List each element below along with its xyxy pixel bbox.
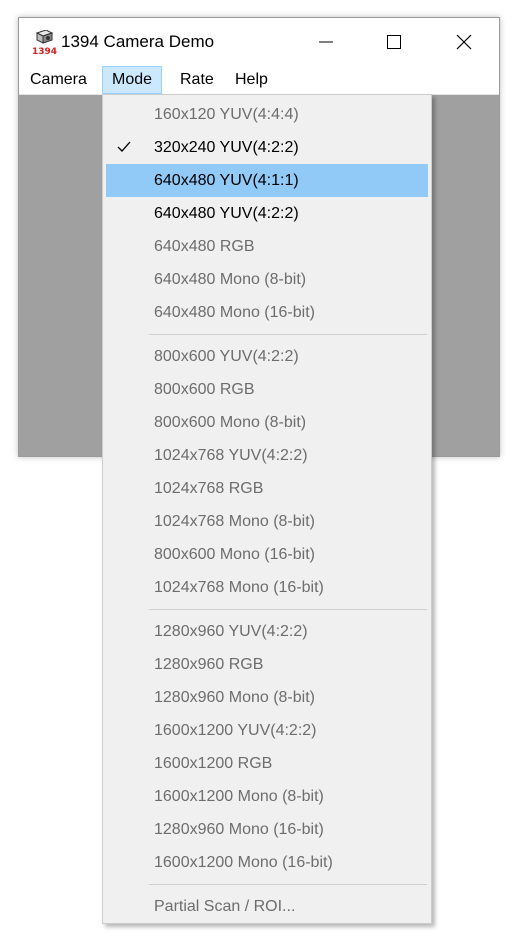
close-button[interactable] [429,18,499,66]
menu-item-mode[interactable]: Partial Scan / ROI... [106,890,428,923]
menu-item-mode[interactable]: 1280x960 RGB [106,648,428,681]
menu-item-label: 1024x768 YUV(4:2:2) [154,447,308,464]
menu-help[interactable]: Help [226,66,277,94]
menu-item-label: 800x600 Mono (16-bit) [154,546,315,563]
menu-item-label: 1600x1200 Mono (16-bit) [154,854,333,871]
menu-item-mode[interactable]: 1024x768 Mono (8-bit) [106,505,428,538]
mode-dropdown-menu: 160x120 YUV(4:4:4) 320x240 YUV(4:2:2) 640x… [102,94,432,924]
menu-item-label: 1600x1200 YUV(4:2:2) [154,722,317,739]
menu-item-label: 160x120 YUV(4:4:4) [154,106,299,123]
maximize-icon [387,35,401,49]
menu-item-mode[interactable]: 640x480 Mono (8-bit) [106,263,428,296]
menu-item-label: 1024x768 RGB [154,480,264,497]
menu-item-mode[interactable]: 160x120 YUV(4:4:4) [106,98,428,131]
menu-item-label: 640x480 RGB [154,238,255,255]
title-bar[interactable]: 1394 1394 Camera Demo [19,18,499,66]
menu-item-mode[interactable]: 800x600 Mono (16-bit) [106,538,428,571]
checkmark-icon [117,141,131,152]
menu-item-label: 640x480 YUV(4:2:2) [154,205,299,222]
menu-item-label: 800x600 Mono (8-bit) [154,414,307,431]
menu-separator [149,334,427,335]
menu-item-mode[interactable]: 320x240 YUV(4:2:2) [106,131,428,164]
menu-item-label: 1600x1200 RGB [154,755,273,772]
menu-item-label: 640x480 YUV(4:1:1) [154,172,299,189]
menu-item-mode[interactable]: 640x480 YUV(4:2:2) [106,197,428,230]
menu-item-mode[interactable]: 1600x1200 Mono (16-bit) [106,846,428,879]
close-icon [456,34,472,50]
window-title: 1394 Camera Demo [61,32,215,51]
svg-text:1394: 1394 [32,47,57,56]
menu-item-mode[interactable]: 1024x768 Mono (16-bit) [106,571,428,604]
menu-item-label: Partial Scan / ROI... [154,898,296,915]
menu-item-mode[interactable]: 800x600 RGB [106,373,428,406]
menu-item-label: 1280x960 YUV(4:2:2) [154,623,308,640]
menu-item-mode[interactable]: 640x480 YUV(4:1:1) [106,164,428,197]
maximize-button[interactable] [359,18,429,66]
menu-item-mode[interactable]: 1280x960 Mono (16-bit) [106,813,428,846]
menu-item-mode[interactable]: 1024x768 YUV(4:2:2) [106,439,428,472]
menu-item-label: 1280x960 RGB [154,656,264,673]
menu-item-label: 320x240 YUV(4:2:2) [154,139,299,156]
menu-bar: Camera Mode Rate Help [19,66,499,95]
menu-item-mode[interactable]: 1600x1200 YUV(4:2:2) [106,714,428,747]
menu-item-label: 640x480 Mono (8-bit) [154,271,307,288]
menu-item-mode[interactable]: 1280x960 YUV(4:2:2) [106,615,428,648]
menu-item-mode[interactable]: 800x600 Mono (8-bit) [106,406,428,439]
menu-item-mode[interactable]: 640x480 Mono (16-bit) [106,296,428,329]
menu-separator [149,609,427,610]
menu-item-mode[interactable]: 1280x960 Mono (8-bit) [106,681,428,714]
menu-item-mode[interactable]: 1600x1200 RGB [106,747,428,780]
menu-mode[interactable]: Mode [102,66,163,94]
menu-item-label: 1280x960 Mono (16-bit) [154,821,324,838]
menu-item-label: 640x480 Mono (16-bit) [154,304,315,321]
menu-item-label: 1280x960 Mono (8-bit) [154,689,315,706]
camera-1394-icon: 1394 [32,30,57,56]
minimize-icon [319,41,333,43]
menu-separator [149,884,427,885]
menu-item-label: 800x600 YUV(4:2:2) [154,348,299,365]
menu-item-mode[interactable]: 1024x768 RGB [106,472,428,505]
minimize-button[interactable] [291,18,361,66]
menu-item-label: 1024x768 Mono (16-bit) [154,579,324,596]
menu-item-mode[interactable]: 800x600 YUV(4:2:2) [106,340,428,373]
menu-item-label: 1600x1200 Mono (8-bit) [154,788,324,805]
menu-rate[interactable]: Rate [171,66,223,94]
menu-camera[interactable]: Camera [21,66,96,94]
menu-item-label: 1024x768 Mono (8-bit) [154,513,315,530]
menu-item-label: 800x600 RGB [154,381,255,398]
menu-item-mode[interactable]: 640x480 RGB [106,230,428,263]
menu-item-mode[interactable]: 1600x1200 Mono (8-bit) [106,780,428,813]
